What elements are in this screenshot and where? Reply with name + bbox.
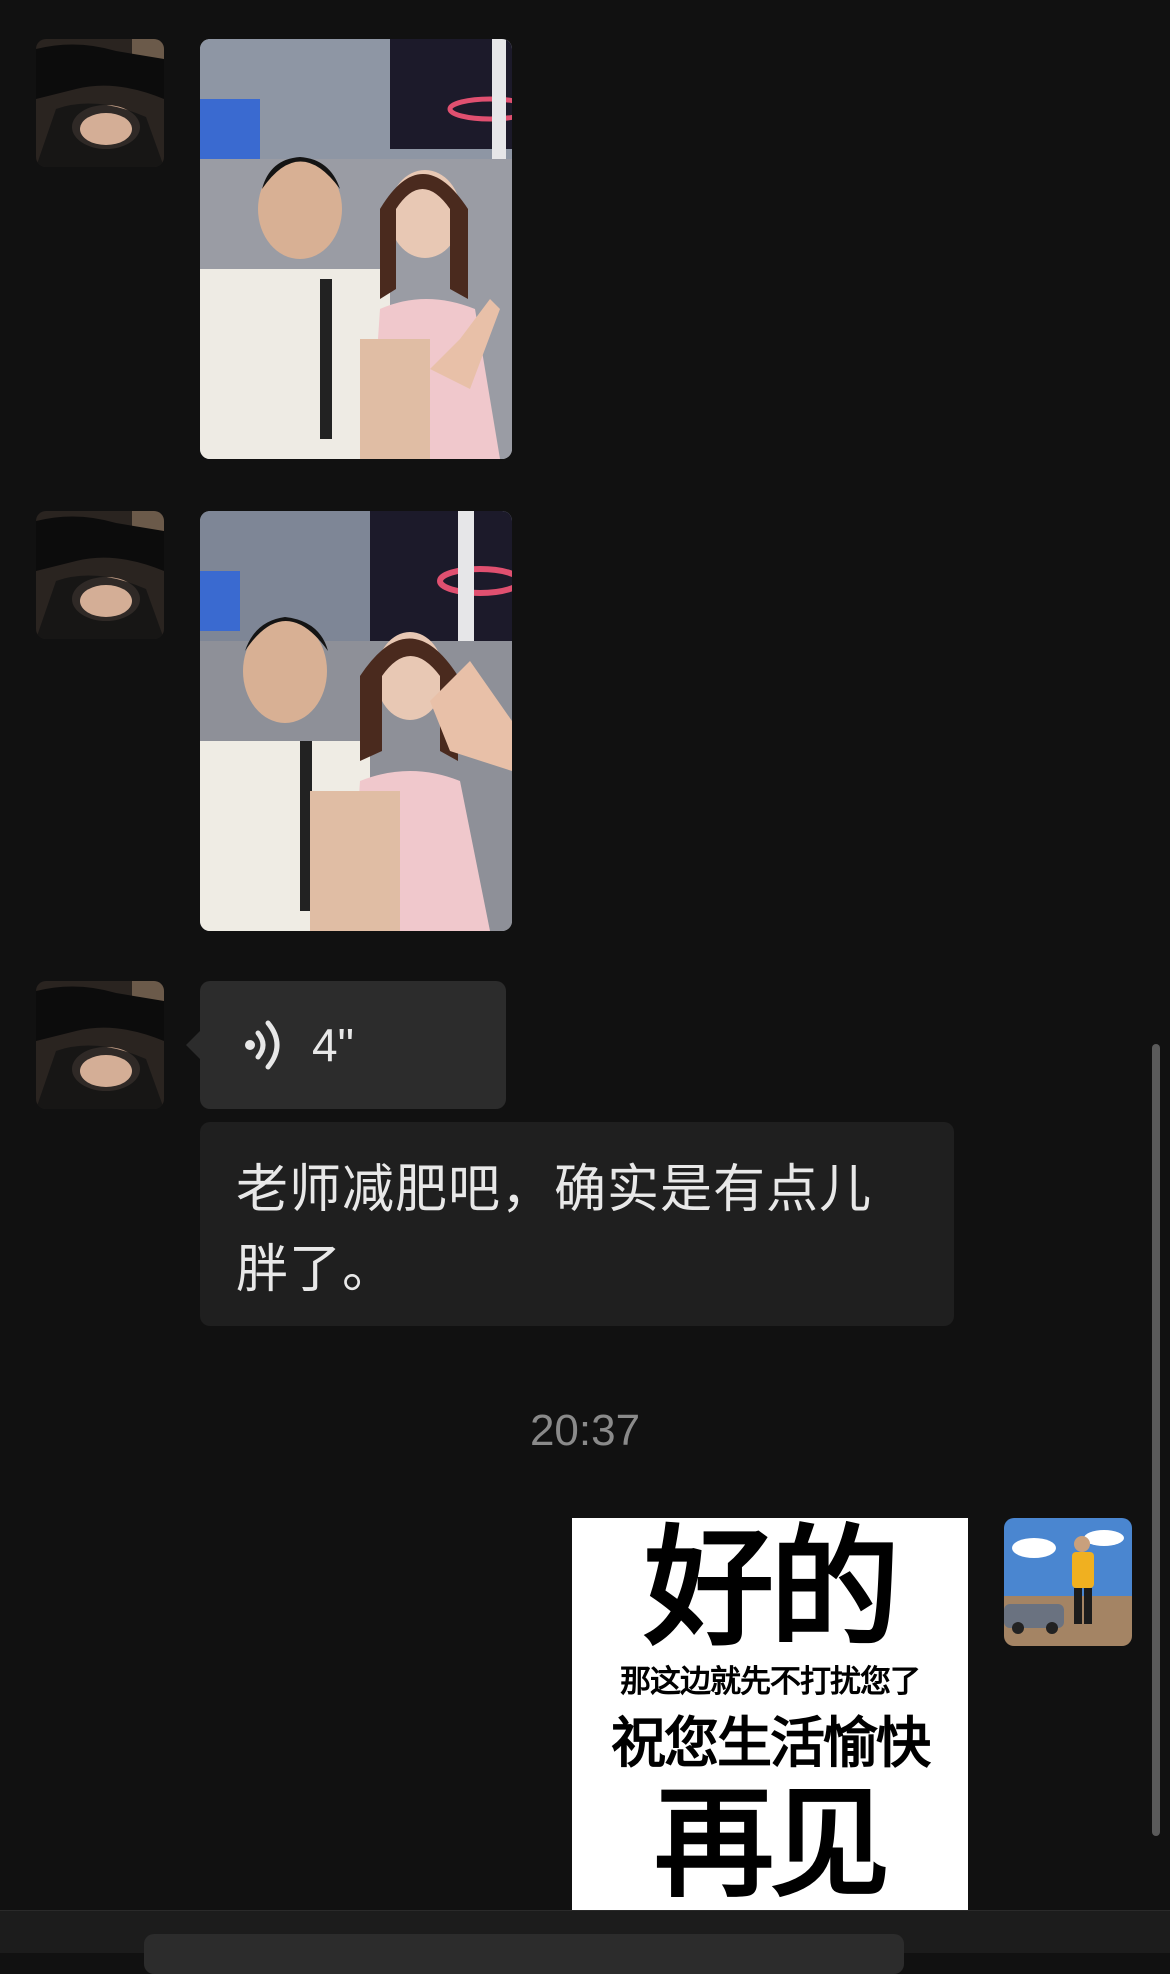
- chat-photo[interactable]: [200, 511, 512, 931]
- message-timestamp: 20:37: [529, 1406, 641, 1455]
- scrollbar[interactable]: [1152, 1044, 1160, 1836]
- my-avatar[interactable]: [1004, 1518, 1132, 1646]
- sticker-text-line: 好的: [643, 1518, 900, 1664]
- contact-avatar[interactable]: [36, 981, 164, 1109]
- contact-avatar[interactable]: [36, 39, 164, 167]
- sticker-text-line: 再见: [654, 1775, 890, 1910]
- voice-duration: 4": [312, 1019, 354, 1071]
- sticker-text-line: 那这边就先不打扰您了: [620, 1664, 921, 1700]
- chat-photo[interactable]: [200, 39, 512, 459]
- chat-message-list[interactable]: 4" 老师减肥吧，确实是有点儿胖了。 20:37 好的 那这边就先不打扰您了 祝…: [0, 0, 1170, 1910]
- message-input[interactable]: [144, 1934, 904, 1974]
- sticker-text-line: 祝您生活愉快: [610, 1711, 931, 1775]
- contact-avatar[interactable]: [36, 511, 164, 639]
- message-text: 老师减肥吧，确实是有点儿胖了。: [236, 1160, 873, 1300]
- text-message-bubble[interactable]: 老师减肥吧，确实是有点儿胖了。: [200, 1122, 954, 1326]
- voice-message-bubble[interactable]: 4": [186, 981, 506, 1109]
- sticker-message[interactable]: 好的 那这边就先不打扰您了 祝您生活愉快 再见: [572, 1518, 968, 1910]
- voice-wave-icon: [240, 1015, 290, 1075]
